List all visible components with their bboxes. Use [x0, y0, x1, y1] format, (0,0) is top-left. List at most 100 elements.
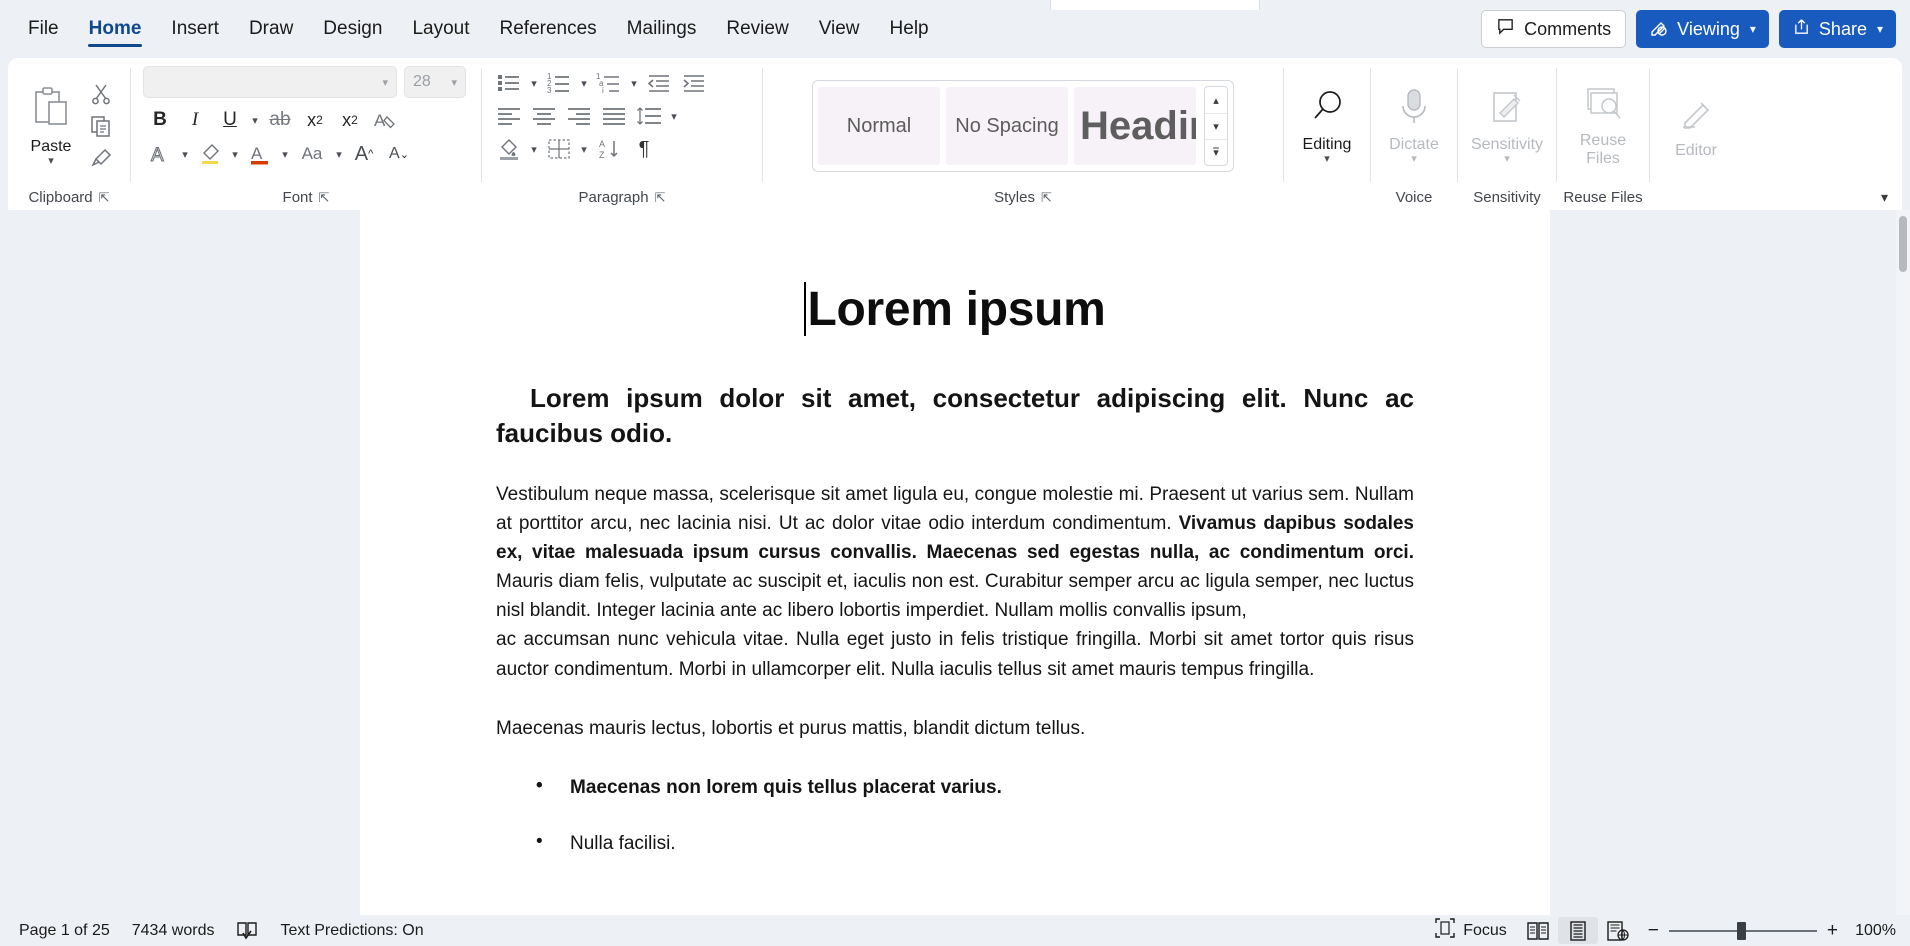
cut-button[interactable]	[84, 79, 118, 109]
reuse-files-button[interactable]: Reuse Files	[1565, 81, 1641, 171]
editor-button[interactable]: Editor	[1658, 89, 1734, 164]
grow-font-button[interactable]: A ^	[347, 139, 381, 169]
clipboard-dialog-launcher-icon[interactable]: ⇱	[99, 191, 110, 204]
sort-button[interactable]: AZ	[592, 134, 626, 164]
group-paragraph: ▾ 123 ▾ 1ai ▾ ▾ ▾ ▾ A Z ¶ Paragraph ⇱	[482, 58, 762, 210]
underline-chevron-down-icon[interactable]: ▾	[248, 114, 262, 127]
document-canvas: Lorem ipsum Lorem ipsum dolor sit amet, …	[0, 210, 1910, 915]
borders-button[interactable]	[542, 134, 576, 164]
vertical-scrollbar[interactable]	[1896, 210, 1910, 915]
decrease-indent-button[interactable]	[642, 68, 676, 98]
styles-more-button[interactable]: ▾̅	[1205, 139, 1227, 165]
styles-scroll-up-button[interactable]: ▴	[1205, 87, 1227, 113]
zoom-slider-track[interactable]	[1668, 921, 1817, 940]
styles-scroll-down-button[interactable]: ▾	[1205, 113, 1227, 139]
tab-mailings[interactable]: Mailings	[613, 13, 711, 46]
editing-button[interactable]: Editing ▾	[1296, 83, 1358, 170]
font-color-button[interactable]: A	[243, 139, 277, 169]
zoom-slider[interactable]: − +	[1638, 921, 1848, 940]
underline-button[interactable]: U	[213, 105, 247, 135]
text-predictions-status[interactable]: Text Predictions: On	[269, 922, 434, 940]
tab-insert[interactable]: Insert	[157, 13, 233, 46]
shading-button[interactable]	[492, 134, 526, 164]
tab-references[interactable]: References	[486, 13, 611, 46]
copy-button[interactable]	[84, 111, 118, 141]
page-indicator[interactable]: Page 1 of 25	[8, 922, 121, 940]
line-spacing-chevron-down-icon[interactable]: ▾	[667, 110, 681, 123]
align-center-button[interactable]	[527, 101, 561, 131]
group-label-font: Font ⇱	[282, 188, 330, 206]
tab-view[interactable]: View	[805, 13, 874, 46]
document-page[interactable]: Lorem ipsum Lorem ipsum dolor sit amet, …	[360, 210, 1550, 915]
tab-help[interactable]: Help	[876, 13, 943, 46]
chevron-down-icon: ▾	[1324, 153, 1330, 166]
multilevel-chevron-down-icon[interactable]: ▾	[627, 77, 641, 90]
change-case-button[interactable]: Aa	[293, 139, 331, 169]
style-tile-heading1[interactable]: Headin	[1074, 87, 1196, 165]
borders-chevron-down-icon[interactable]: ▾	[577, 143, 591, 156]
search-box-nub[interactable]	[1050, 0, 1260, 10]
clear-formatting-button[interactable]: A	[368, 105, 402, 135]
font-dialog-launcher-icon[interactable]: ⇱	[319, 191, 330, 204]
ribbon-collapse-chevron-icon[interactable]: ▾	[1881, 189, 1888, 206]
dictate-button[interactable]: Dictate ▾	[1383, 83, 1445, 170]
text-highlight-color-button[interactable]	[193, 139, 227, 169]
bold-button[interactable]: B	[143, 105, 177, 135]
zoom-out-button[interactable]: −	[1648, 921, 1659, 940]
format-painter-button[interactable]	[84, 143, 118, 173]
paragraph-dialog-launcher-icon[interactable]: ⇱	[655, 191, 666, 204]
zoom-slider-thumb[interactable]	[1736, 921, 1746, 940]
numbering-button[interactable]: 123	[542, 68, 576, 98]
svg-text:A: A	[599, 139, 605, 149]
tab-layout[interactable]: Layout	[398, 13, 483, 46]
text-effects-button[interactable]: A	[143, 139, 177, 169]
styles-gallery[interactable]: Normal No Spacing Headin ▴ ▾ ▾̅	[812, 80, 1234, 172]
change-case-chevron-down-icon[interactable]: ▾	[332, 148, 346, 161]
multilevel-list-button[interactable]: 1ai	[592, 68, 626, 98]
justify-button[interactable]	[597, 101, 631, 131]
align-left-button[interactable]	[492, 101, 526, 131]
tab-home[interactable]: Home	[75, 13, 156, 47]
tab-review[interactable]: Review	[712, 13, 802, 46]
viewing-mode-button[interactable]: Viewing ▾	[1636, 10, 1769, 48]
superscript-button[interactable]: x2	[333, 105, 367, 135]
align-right-button[interactable]	[562, 101, 596, 131]
styles-dialog-launcher-icon[interactable]: ⇱	[1041, 191, 1052, 204]
bullets-button[interactable]	[492, 68, 526, 98]
group-label-styles: Styles ⇱	[994, 188, 1052, 206]
share-button[interactable]: Share ▾	[1778, 10, 1896, 48]
highlight-chevron-down-icon[interactable]: ▾	[228, 148, 242, 161]
view-read-mode-button[interactable]	[1518, 917, 1558, 944]
view-print-layout-button[interactable]	[1557, 917, 1598, 944]
paste-button[interactable]: Paste ▾	[20, 81, 82, 172]
show-hide-paragraph-marks-button[interactable]: ¶	[627, 134, 661, 164]
focus-button[interactable]: Focus	[1424, 918, 1518, 943]
view-web-layout-button[interactable]	[1598, 917, 1638, 944]
comments-button[interactable]: Comments	[1481, 10, 1627, 48]
shrink-font-button[interactable]: A ⌄	[382, 139, 416, 169]
italic-button[interactable]: I	[178, 105, 212, 135]
text-effects-chevron-down-icon[interactable]: ▾	[178, 148, 192, 161]
sensitivity-button[interactable]: Sensitivity ▾	[1466, 83, 1548, 170]
font-name-box[interactable]: ▾	[143, 66, 397, 98]
style-tile-no-spacing[interactable]: No Spacing	[946, 87, 1068, 165]
bullets-chevron-down-icon[interactable]: ▾	[527, 77, 541, 90]
proofing-errors-icon[interactable]	[225, 921, 269, 941]
zoom-level[interactable]: 100%	[1848, 922, 1896, 940]
tab-file[interactable]: File	[14, 13, 73, 46]
word-count[interactable]: 7434 words	[121, 922, 226, 940]
tab-design[interactable]: Design	[309, 13, 396, 46]
scrollbar-thumb[interactable]	[1899, 216, 1907, 272]
document-paragraph-2: ac accumsan nunc vehicula vitae. Nulla e…	[496, 629, 1414, 680]
font-size-box[interactable]: 28 ▾	[404, 66, 466, 98]
tab-draw[interactable]: Draw	[235, 13, 307, 46]
shading-chevron-down-icon[interactable]: ▾	[527, 143, 541, 156]
style-tile-normal[interactable]: Normal	[818, 87, 940, 165]
subscript-button[interactable]: x2	[298, 105, 332, 135]
numbering-chevron-down-icon[interactable]: ▾	[577, 77, 591, 90]
strikethrough-button[interactable]: ab	[263, 105, 297, 135]
zoom-in-button[interactable]: +	[1827, 921, 1838, 940]
line-spacing-button[interactable]	[632, 101, 666, 131]
font-color-chevron-down-icon[interactable]: ▾	[278, 148, 292, 161]
increase-indent-button[interactable]	[677, 68, 711, 98]
